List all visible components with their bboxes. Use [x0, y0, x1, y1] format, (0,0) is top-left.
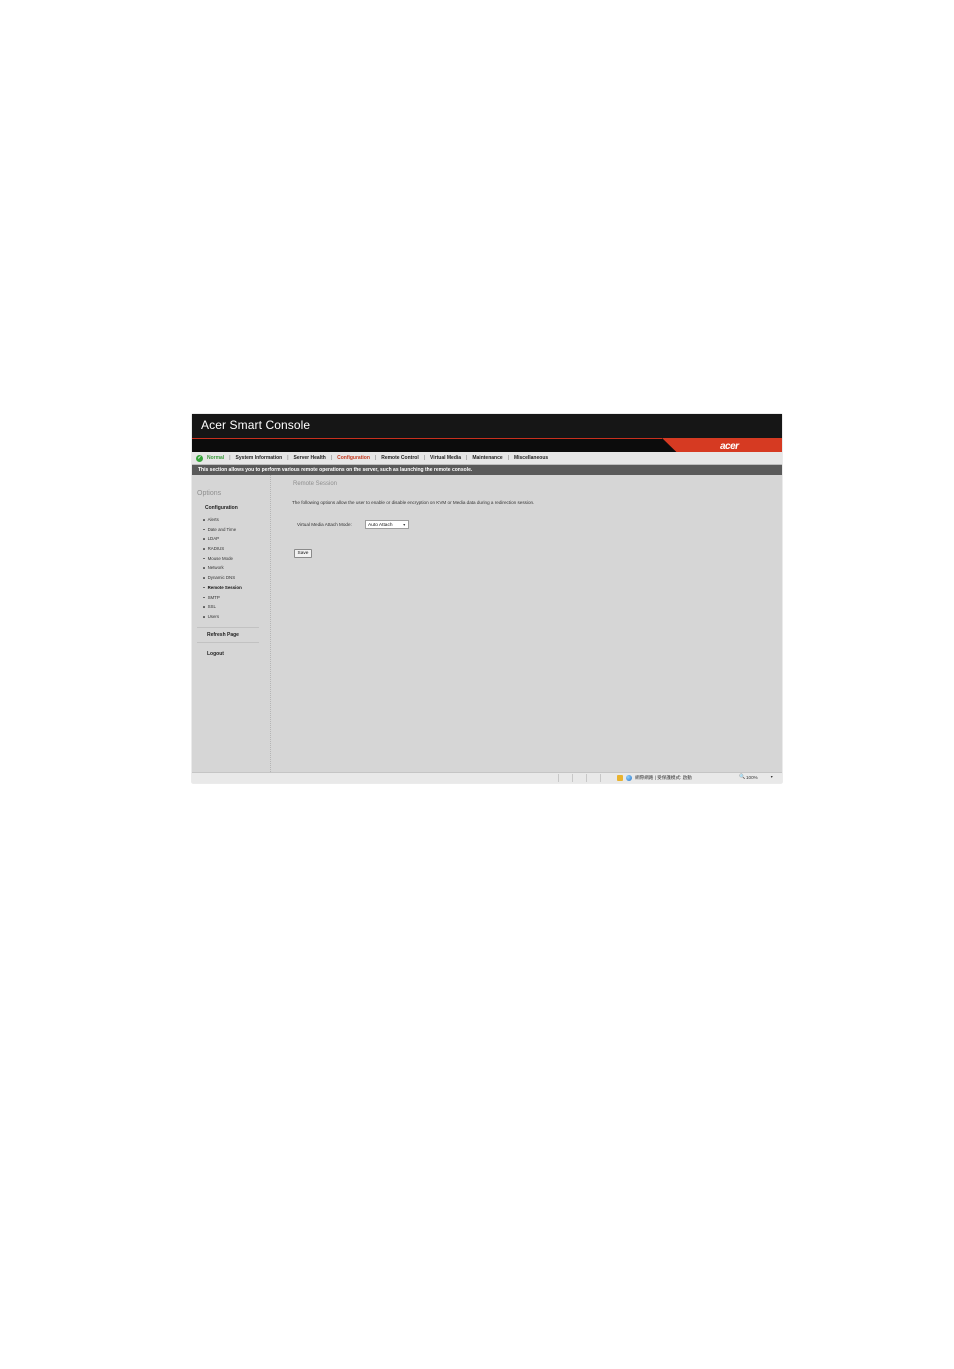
sidebar-item-radius[interactable]: RADIUS [203, 544, 242, 554]
nav-miscellaneous[interactable]: Miscellaneous [514, 455, 548, 461]
app-header: Acer Smart Console [192, 414, 782, 438]
sidebar-divider [197, 627, 259, 628]
sidebar: Options Configuration Alerts Date and Ti… [192, 475, 271, 772]
bullet-icon [203, 596, 205, 599]
bullet-icon [203, 548, 205, 550]
sidebar-section-heading: Configuration [205, 505, 238, 511]
status-label: Normal [207, 455, 225, 461]
refresh-page-link[interactable]: Refresh Page [207, 632, 239, 638]
attach-mode-value: Auto Attach [368, 523, 393, 528]
header-red-line [192, 438, 662, 439]
sidebar-item-dynamic-dns[interactable]: Dynamic DNS [203, 573, 242, 583]
sidebar-item-date-and-time[interactable]: Date and Time [203, 525, 242, 535]
browser-status-bar: 網際網路 | 受保護模式: 啟動 🔍 100% ▼ [192, 772, 782, 783]
sidebar-item-mouse-mode[interactable]: Mouse Mode [203, 554, 242, 564]
zoom-dropdown-icon[interactable]: ▼ [770, 775, 773, 779]
nav-virtual-media[interactable]: Virtual Media [430, 455, 461, 461]
sidebar-item-ldap[interactable]: LDAP [203, 534, 242, 544]
nav-system-information[interactable]: System Information [236, 455, 283, 461]
sidebar-divider [197, 642, 259, 643]
sidebar-item-smtp[interactable]: SMTP [203, 593, 242, 603]
nav-maintenance[interactable]: Maintenance [472, 455, 502, 461]
nav-remote-control[interactable]: Remote Control [381, 455, 419, 461]
bullet-icon [203, 538, 205, 541]
sidebar-title: Options [197, 490, 222, 497]
top-nav: ✓ Normal | System Information | Server H… [192, 452, 782, 465]
page-description: The following options allow the user to … [292, 500, 535, 505]
attach-mode-label: Virtual Media Attach Mode: [297, 522, 352, 527]
page-title: Remote Session [293, 481, 338, 487]
bullet-icon [203, 615, 205, 618]
bullet-icon [203, 577, 205, 579]
status-ok-icon: ✓ [196, 454, 203, 462]
bullet-icon [203, 567, 205, 570]
attach-mode-select[interactable]: Auto Attach ▼ [365, 520, 409, 529]
bullet-icon [203, 586, 205, 589]
security-zone-icon [617, 775, 623, 781]
main-content: Remote Session The following options all… [272, 475, 782, 772]
save-button[interactable]: Save [294, 549, 312, 558]
sidebar-item-ssl[interactable]: SSL [203, 602, 242, 612]
header-band [192, 438, 782, 452]
zone-text: 網際網路 | 受保護模式: 啟動 [635, 775, 692, 780]
globe-icon [626, 775, 632, 781]
info-bar: This section allows you to perform vario… [192, 465, 782, 475]
zoom-icon[interactable]: 🔍 [739, 774, 745, 780]
dropdown-arrow-icon: ▼ [402, 523, 406, 527]
logout-link[interactable]: Logout [207, 651, 224, 657]
sidebar-item-users[interactable]: Users [203, 612, 242, 622]
acer-logo: acer [720, 441, 739, 452]
sidebar-item-alerts[interactable]: Alerts [203, 515, 242, 525]
app-title: Acer Smart Console [201, 418, 311, 432]
nav-configuration[interactable]: Configuration [337, 455, 370, 461]
bullet-icon [203, 606, 205, 608]
bullet-icon [203, 528, 205, 531]
sidebar-menu: Alerts Date and Time LDAP RADIUS Mouse M… [203, 515, 242, 622]
nav-server-health[interactable]: Server Health [294, 455, 326, 461]
bullet-icon [203, 557, 205, 560]
zoom-level[interactable]: 100% [746, 775, 758, 780]
sidebar-item-network[interactable]: Network [203, 563, 242, 573]
browser-window: Acer Smart Console acer ✓ Normal | Syste… [192, 414, 782, 783]
sidebar-item-remote-session[interactable]: Remote Session [203, 583, 242, 593]
bullet-icon [203, 519, 205, 521]
